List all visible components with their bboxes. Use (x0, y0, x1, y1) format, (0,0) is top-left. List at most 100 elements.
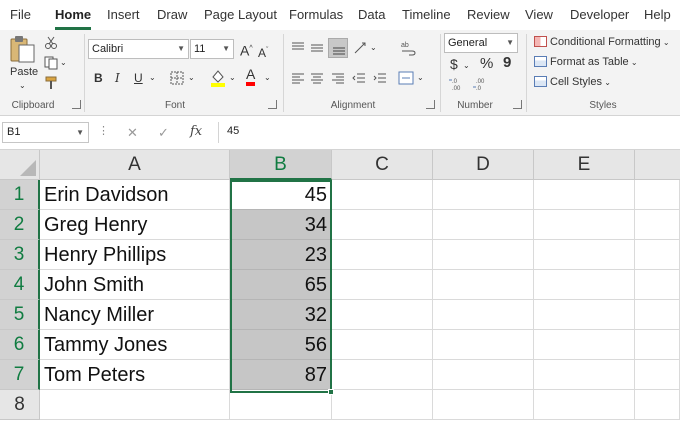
name-box[interactable]: B1 ▼ (2, 122, 89, 143)
formula-bar-grip-icon[interactable]: ⋮ (98, 124, 109, 137)
cell-b2[interactable]: 34 (230, 210, 332, 240)
cell-a3[interactable]: Henry Phillips (40, 240, 230, 270)
row-header[interactable]: 8 (0, 390, 40, 420)
borders-dropdown-icon[interactable]: ⌄ (188, 70, 195, 86)
tab-file[interactable]: File (10, 7, 31, 22)
cell-b6[interactable]: 56 (230, 330, 332, 360)
font-size-select[interactable]: 11 ▼ (190, 39, 234, 59)
cell-a1[interactable]: Erin Davidson (40, 180, 230, 210)
format-as-table-button[interactable]: Format as Table ⌄ (534, 54, 638, 71)
cell-d8[interactable] (433, 390, 534, 420)
cell-c1[interactable] (332, 180, 433, 210)
grow-font-icon[interactable]: A^ (240, 41, 253, 59)
paste-icon[interactable] (9, 34, 37, 64)
currency-dropdown-icon[interactable]: ⌄ (463, 58, 470, 74)
copy-icon[interactable] (44, 56, 60, 70)
cell-a2[interactable]: Greg Henry (40, 210, 230, 240)
tab-developer[interactable]: Developer (570, 7, 629, 22)
cell-a7[interactable]: Tom Peters (40, 360, 230, 390)
cell-f8[interactable] (635, 390, 680, 420)
font-launcher-icon[interactable] (268, 100, 277, 109)
tab-formulas[interactable]: Formulas (289, 7, 343, 22)
cell-e4[interactable] (534, 270, 635, 300)
align-left-icon[interactable] (291, 72, 305, 84)
orientation-icon[interactable] (353, 41, 369, 55)
cell-b5[interactable]: 32 (230, 300, 332, 330)
cell-d1[interactable] (433, 180, 534, 210)
cell-c2[interactable] (332, 210, 433, 240)
align-right-icon[interactable] (331, 72, 345, 84)
tab-review[interactable]: Review (467, 7, 510, 22)
cell-c8[interactable] (332, 390, 433, 420)
cell-b7[interactable]: 87 (230, 360, 332, 390)
column-header-c[interactable]: C (332, 150, 433, 180)
cell-a5[interactable]: Nancy Miller (40, 300, 230, 330)
fill-color-icon[interactable] (210, 68, 226, 88)
column-header-e[interactable]: E (534, 150, 635, 180)
insert-function-icon[interactable]: fx (190, 124, 202, 139)
tab-timeline[interactable]: Timeline (402, 7, 451, 22)
tab-view[interactable]: View (525, 7, 553, 22)
orientation-dropdown-icon[interactable]: ⌄ (370, 40, 377, 56)
row-header[interactable]: 2 (0, 210, 40, 240)
column-header-f[interactable] (635, 150, 680, 180)
bottom-align-button[interactable] (328, 38, 348, 58)
alignment-launcher-icon[interactable] (426, 100, 435, 109)
conditional-formatting-button[interactable]: Conditional Formatting ⌄ (534, 34, 670, 51)
number-format-select[interactable]: General ▼ (444, 33, 518, 53)
bold-button[interactable]: B (94, 70, 103, 86)
row-header[interactable]: 3 (0, 240, 40, 270)
cell-a6[interactable]: Tammy Jones (40, 330, 230, 360)
formula-input[interactable]: 45 (218, 122, 680, 143)
select-all-button[interactable] (0, 150, 40, 180)
tab-data[interactable]: Data (358, 7, 385, 22)
cell-e7[interactable] (534, 360, 635, 390)
merge-dropdown-icon[interactable]: ⌄ (417, 70, 424, 86)
align-center-icon[interactable] (310, 72, 324, 84)
decrease-decimal-icon[interactable]: .00.0 (472, 76, 490, 92)
middle-align-icon[interactable] (310, 42, 324, 54)
cell-a4[interactable]: John Smith (40, 270, 230, 300)
paste-dropdown-icon[interactable]: ⌄ (19, 78, 26, 94)
underline-dropdown-icon[interactable]: ⌄ (149, 70, 156, 86)
cell-c5[interactable] (332, 300, 433, 330)
wrap-text-icon[interactable]: ab (400, 40, 416, 56)
format-painter-icon[interactable] (44, 76, 58, 90)
currency-button[interactable]: $ (450, 56, 458, 72)
clipboard-launcher-icon[interactable] (72, 100, 81, 109)
increase-decimal-icon[interactable]: .0.00 (448, 76, 466, 92)
cell-e1[interactable] (534, 180, 635, 210)
row-header[interactable]: 6 (0, 330, 40, 360)
copy-dropdown-icon[interactable]: ⌄ (60, 55, 67, 71)
cell-f7[interactable] (635, 360, 680, 390)
cancel-icon[interactable]: ✕ (127, 125, 138, 141)
cell-f2[interactable] (635, 210, 680, 240)
font-name-select[interactable]: Calibri ▼ (88, 39, 189, 59)
cell-c7[interactable] (332, 360, 433, 390)
column-header-b[interactable]: B (230, 150, 332, 180)
cell-f1[interactable] (635, 180, 680, 210)
cell-d5[interactable] (433, 300, 534, 330)
number-launcher-icon[interactable] (513, 100, 522, 109)
cell-b1[interactable]: 45 (230, 180, 332, 210)
cell-f3[interactable] (635, 240, 680, 270)
decrease-indent-icon[interactable] (352, 72, 366, 84)
cell-e5[interactable] (534, 300, 635, 330)
cell-f5[interactable] (635, 300, 680, 330)
underline-button[interactable]: U (134, 70, 143, 86)
row-header[interactable]: 7 (0, 360, 40, 390)
merge-center-icon[interactable] (398, 71, 414, 85)
fill-handle[interactable] (328, 389, 334, 395)
row-header[interactable]: 4 (0, 270, 40, 300)
cell-d6[interactable] (433, 330, 534, 360)
cell-d2[interactable] (433, 210, 534, 240)
cell-d4[interactable] (433, 270, 534, 300)
italic-button[interactable]: I (115, 70, 120, 86)
cell-f4[interactable] (635, 270, 680, 300)
cell-b3[interactable]: 23 (230, 240, 332, 270)
comma-style-button[interactable]: 9 (503, 55, 511, 71)
borders-icon[interactable] (170, 71, 184, 85)
shrink-font-icon[interactable]: Aˇ (258, 43, 268, 61)
cell-b4[interactable]: 65 (230, 270, 332, 300)
font-color-dropdown-icon[interactable]: ⌄ (264, 70, 271, 86)
